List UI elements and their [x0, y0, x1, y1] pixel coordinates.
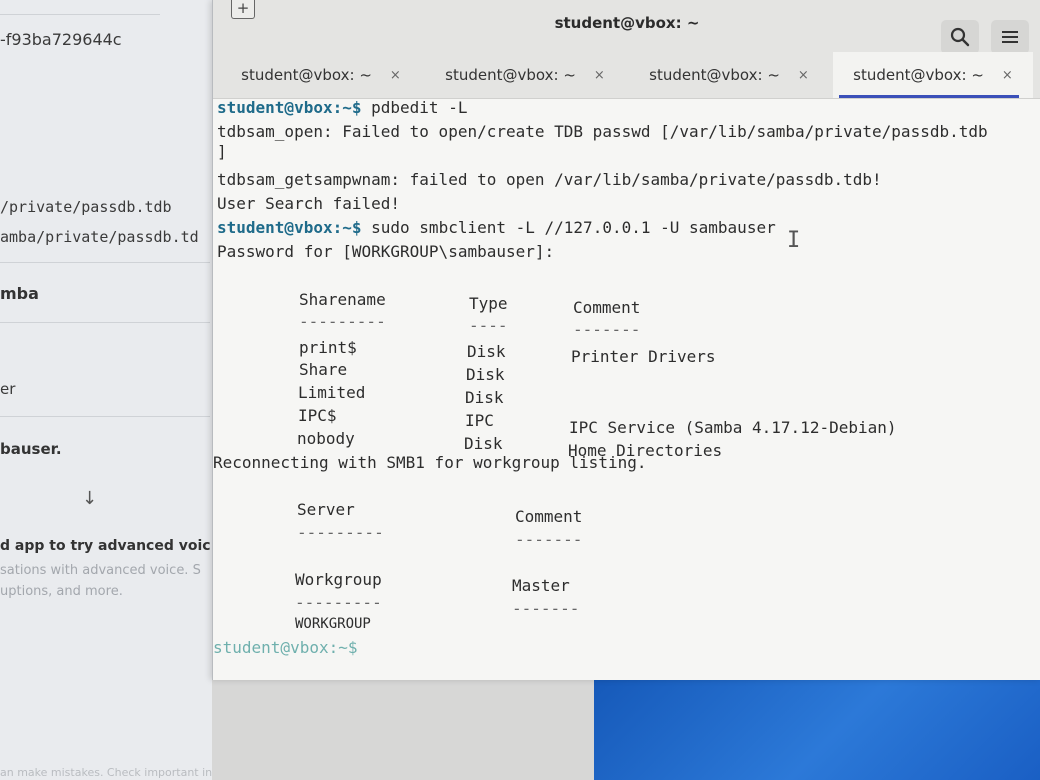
window-title: student@vbox: ~ — [554, 14, 700, 32]
dashes: --------- — [297, 523, 384, 542]
output-line: student@vbox:~$ sudo smbclient -L //127.… — [217, 218, 776, 237]
workgroup-name: WORKGROUP — [295, 616, 371, 632]
dashes: --------- — [295, 593, 382, 612]
tab-bar: student@vbox: ~ × student@vbox: ~ × stud… — [213, 52, 1040, 99]
shell-prompt: student@vbox:~$ — [213, 638, 358, 657]
tab-label: student@vbox: ~ — [241, 66, 372, 84]
col-header-sharename: Sharename — [299, 290, 386, 309]
shell-prompt: student@vbox:~$ — [217, 218, 362, 237]
reconnect-message: Reconnecting with SMB1 for workgroup lis… — [213, 453, 647, 472]
promo-title: d app to try advanced voice m — [0, 538, 210, 554]
terminal-output[interactable]: student@vbox:~$ pdbedit -L tdbsam_open: … — [213, 98, 1040, 680]
desktop-wallpaper — [594, 668, 1040, 780]
tab-label: student@vbox: ~ — [445, 66, 576, 84]
share-comment: IPC Service (Samba 4.17.12-Debian) — [569, 418, 897, 437]
password-prompt: Password for [WORKGROUP\sambauser]: — [217, 242, 555, 261]
close-icon[interactable]: × — [1002, 68, 1013, 83]
share-name: Limited — [298, 383, 366, 402]
col-header-workgroup: Workgroup — [295, 570, 382, 589]
share-type: Disk — [467, 342, 506, 361]
tab-2[interactable]: student@vbox: ~ × — [425, 52, 625, 98]
terminal-window[interactable]: + student@vbox: ~ student@vbox: ~ × stud… — [212, 0, 1040, 680]
search-icon — [950, 27, 970, 47]
share-type: Disk — [466, 365, 505, 384]
hamburger-menu-icon — [1002, 31, 1018, 43]
text-cursor-icon: I — [787, 228, 801, 253]
share-name: IPC$ — [298, 406, 337, 425]
share-name: Share — [299, 360, 348, 379]
output-line: student@vbox:~$ pdbedit -L — [217, 98, 467, 117]
share-name: print$ — [299, 338, 357, 357]
dashes: ------- — [512, 599, 580, 618]
scroll-down-arrow-icon[interactable]: ↓ — [82, 488, 112, 509]
col-header-type: Type — [469, 294, 508, 313]
col-header-comment: Comment — [573, 298, 641, 317]
output-line: tdbsam_getsampwnam: failed to open /var/… — [217, 170, 882, 189]
share-name: nobody — [297, 429, 355, 448]
tab-1[interactable]: student@vbox: ~ × — [221, 52, 421, 98]
desktop-area — [212, 680, 594, 780]
close-icon[interactable]: × — [594, 68, 605, 83]
menu-button[interactable] — [991, 20, 1029, 54]
background-path-1: /private/passdb.tdb — [0, 198, 172, 216]
background-search-field[interactable] — [0, 0, 160, 15]
share-comment: Printer Drivers — [571, 347, 716, 366]
search-button[interactable] — [941, 20, 979, 54]
share-type: IPC — [465, 411, 494, 430]
tab-label: student@vbox: ~ — [853, 66, 984, 84]
command-text: pdbedit -L — [361, 98, 468, 117]
background-item-2: bauser. — [0, 440, 62, 458]
dashes: ------- — [515, 530, 583, 549]
output-line: ] — [217, 142, 227, 161]
col-header-server: Server — [297, 500, 355, 519]
output-line: tdbsam_open: Failed to open/create TDB p… — [217, 122, 988, 141]
terminal-titlebar[interactable]: + student@vbox: ~ — [213, 0, 1040, 54]
tab-3[interactable]: student@vbox: ~ × — [629, 52, 829, 98]
share-type: Disk — [465, 388, 504, 407]
output-line: student@vbox:~$ — [213, 638, 358, 657]
col-header-comment: Comment — [515, 507, 583, 526]
background-divider — [0, 322, 210, 323]
background-path-2: amba/private/passdb.td — [0, 228, 199, 246]
share-type: Disk — [464, 434, 503, 453]
promo-line-1: sations with advanced voice. S — [0, 563, 201, 578]
background-hash-text: -f93ba729644c — [0, 30, 122, 49]
dashes: ------- — [573, 320, 641, 339]
tab-4-active[interactable]: student@vbox: ~ × — [833, 52, 1033, 98]
dashes: ---- — [469, 316, 508, 335]
col-header-master: Master — [512, 576, 570, 595]
close-icon[interactable]: × — [798, 68, 809, 83]
close-icon[interactable]: × — [390, 68, 401, 83]
background-heading: mba — [0, 284, 39, 303]
output-line: User Search failed! — [217, 194, 401, 213]
background-divider — [0, 262, 210, 263]
shell-prompt: student@vbox:~$ — [217, 98, 362, 117]
background-item-1: er — [0, 380, 16, 398]
tab-label: student@vbox: ~ — [649, 66, 780, 84]
promo-line-2: uptions, and more. — [0, 584, 123, 599]
command-text: sudo smbclient -L //127.0.0.1 -U sambaus… — [361, 218, 776, 237]
dashes: --------- — [299, 312, 386, 331]
background-divider — [0, 416, 210, 417]
